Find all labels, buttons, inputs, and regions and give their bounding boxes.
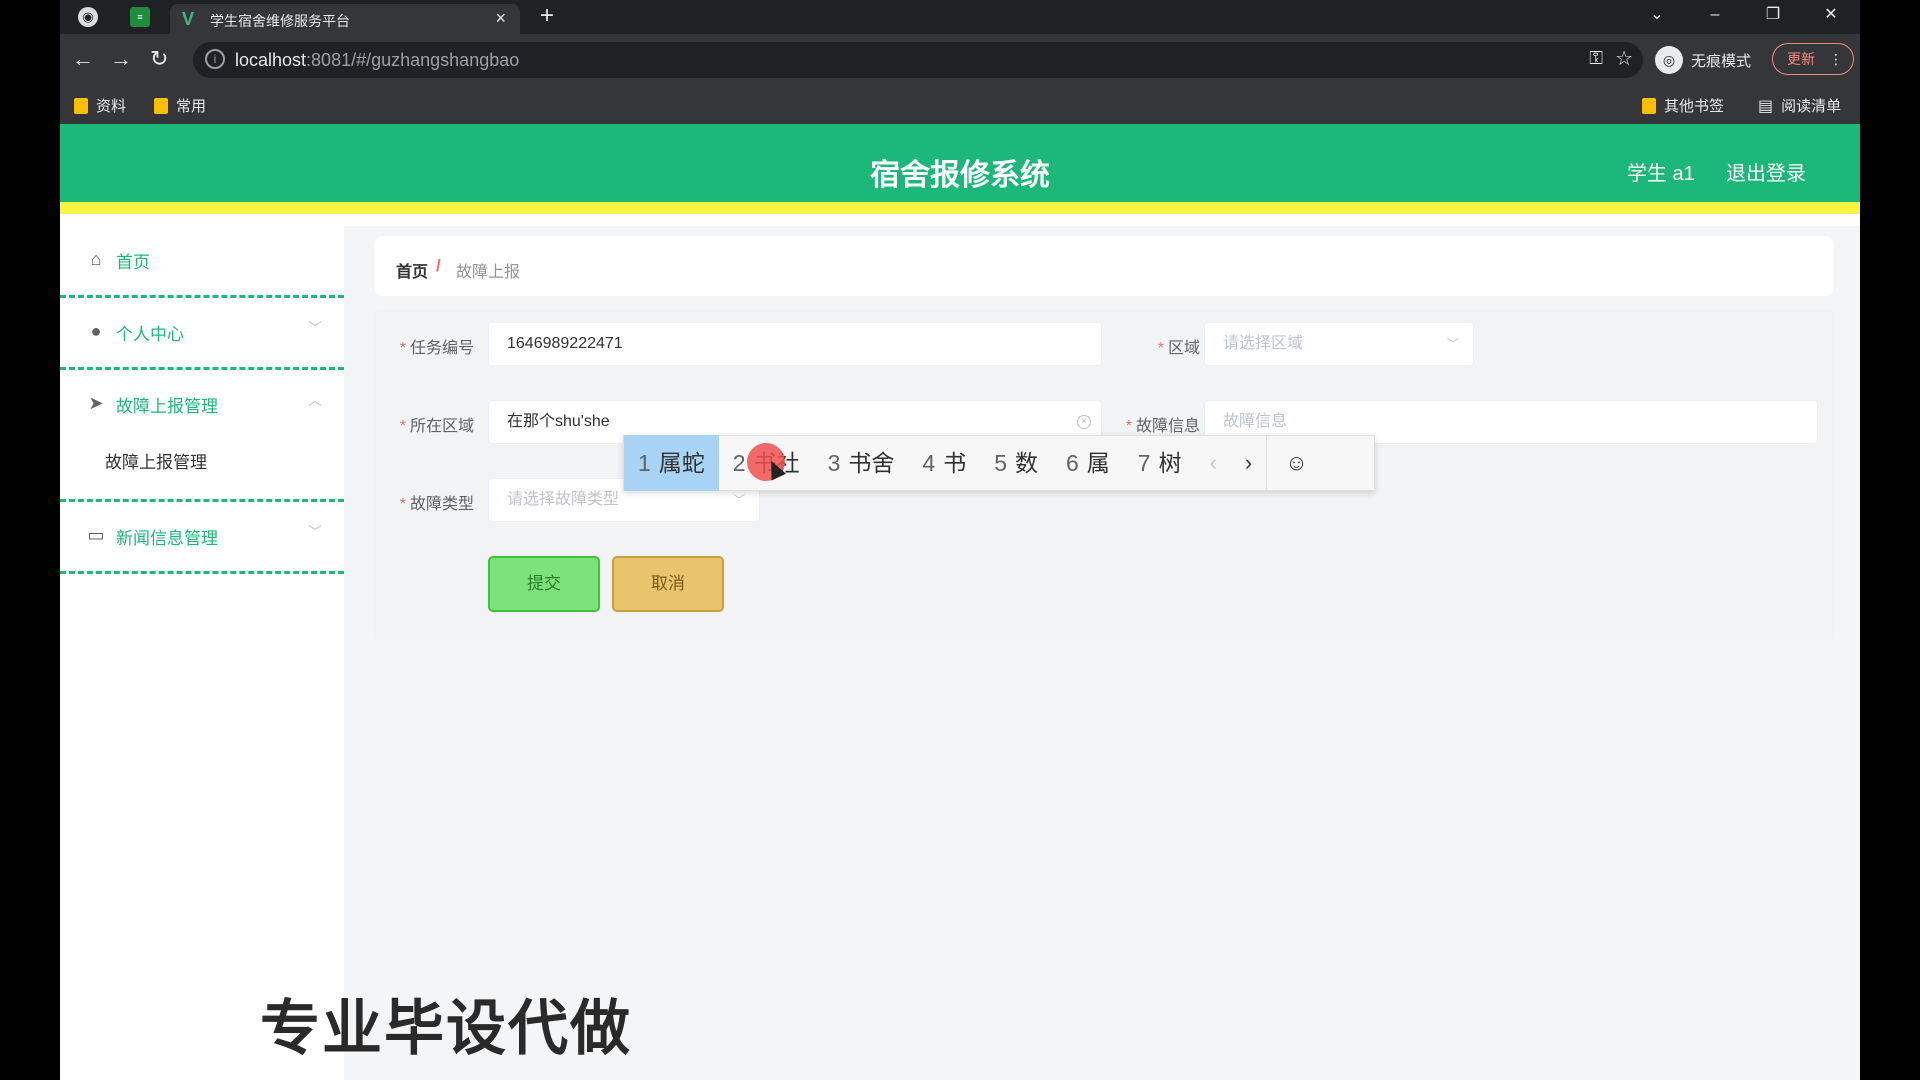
tab-title: 学生宿舍维修服务平台 bbox=[210, 13, 350, 29]
location-label: * 所在区域 bbox=[399, 418, 474, 435]
location-value: 在那个shu'she bbox=[507, 413, 610, 430]
chevron-down-icon: ﹀ bbox=[1446, 337, 1459, 351]
back-icon[interactable]: ← bbox=[72, 46, 94, 72]
breadcrumb-home[interactable]: 首页 bbox=[396, 258, 428, 282]
window-controls: ⌄ – ❐ ✕ bbox=[1628, 0, 1860, 34]
active-tab[interactable]: V 学生宿舍维修服务平台 × bbox=[170, 4, 520, 34]
app-header: 宿舍报修系统 学生 a1 退出登录 bbox=[60, 124, 1860, 214]
incognito-icon: ◎ bbox=[1655, 46, 1683, 74]
folder-icon bbox=[1642, 97, 1656, 114]
ime-candidate[interactable]: 3 书舍 bbox=[814, 435, 909, 491]
ime-next-page-icon[interactable]: › bbox=[1231, 435, 1266, 491]
chevron-down-icon: ﹀ bbox=[308, 320, 322, 336]
incognito-label: 无痕模式 bbox=[1691, 52, 1752, 70]
user-icon: ● bbox=[90, 321, 102, 341]
url-input[interactable]: i localhost:8081/#/guzhangshangbao ⚿ ☆ bbox=[193, 42, 1643, 78]
fault-info-label: * 故障信息 bbox=[1125, 418, 1200, 435]
ime-candidate[interactable]: 4书 bbox=[908, 435, 980, 491]
folder-icon bbox=[154, 97, 168, 114]
sidebar-item-label: 故障上报管理 bbox=[116, 397, 218, 416]
key-icon[interactable]: ⚿ bbox=[1589, 48, 1603, 69]
ime-candidate-window: 1属蛇 2书社 3书舍 4书 5数 6属 7树 ‹ › ☺ bbox=[623, 435, 1375, 491]
tab-bar: ◉ ≡ V 学生宿舍维修服务平台 × + ⌄ – ❐ ✕ bbox=[60, 0, 1860, 34]
close-window-icon[interactable]: ✕ bbox=[1802, 0, 1860, 34]
other-bookmarks-label: 其他书签 bbox=[1664, 98, 1725, 115]
forward-icon[interactable]: → bbox=[110, 46, 132, 72]
chevron-down-icon: ﹀ bbox=[308, 524, 322, 540]
reading-list[interactable]: ▤ 阅读清单 bbox=[1758, 95, 1841, 116]
task-no-label: * 任务编号 bbox=[399, 340, 474, 357]
sidebar: ⌂ 首页 ● 个人中心 ﹀ ➤ 故障上报管理 ︿ 故障上报管理 ▭ 新闻信息管理… bbox=[60, 226, 344, 1080]
sidebar-item-fault-report[interactable]: ➤ 故障上报管理 ︿ bbox=[60, 370, 344, 430]
tab-close-icon[interactable]: × bbox=[495, 8, 506, 29]
area-placeholder: 请选择区域 bbox=[1223, 335, 1304, 352]
chevron-up-icon: ︿ bbox=[308, 392, 322, 408]
cancel-button[interactable]: 取消 bbox=[612, 556, 724, 612]
address-bar: ← → ↻ i localhost:8081/#/guzhangshangbao… bbox=[60, 34, 1860, 86]
ime-prev-page-icon[interactable]: ‹ bbox=[1196, 435, 1231, 491]
ime-candidate[interactable]: 1 属蛇 bbox=[624, 435, 719, 491]
minimize-icon[interactable]: – bbox=[1686, 0, 1744, 34]
breadcrumb-separator: / bbox=[436, 256, 441, 275]
emoji-icon[interactable]: ☺ bbox=[1266, 435, 1325, 491]
bookmark-item[interactable]: 常用 bbox=[154, 95, 206, 116]
area-label: * 区域 bbox=[1157, 340, 1200, 357]
area-select[interactable]: 请选择区域 ﹀ bbox=[1204, 322, 1474, 366]
restore-icon[interactable]: ❐ bbox=[1744, 0, 1802, 34]
reload-icon[interactable]: ↻ bbox=[150, 46, 168, 72]
vue-logo-icon: V bbox=[182, 9, 195, 29]
folder-icon bbox=[74, 97, 88, 114]
site-info-icon[interactable]: i bbox=[205, 49, 225, 69]
task-no-input[interactable]: 1646989222471 bbox=[488, 322, 1102, 366]
submit-button[interactable]: 提交 bbox=[488, 556, 600, 612]
fault-type-label: * 故障类型 bbox=[399, 496, 474, 513]
update-button[interactable]: 更新 ⋮ bbox=[1772, 43, 1854, 75]
bookmarks-bar: 资料 常用 其他书签 ▤ 阅读清单 bbox=[60, 86, 1860, 124]
other-bookmarks[interactable]: 其他书签 bbox=[1642, 95, 1724, 116]
star-icon[interactable]: ☆ bbox=[1615, 46, 1633, 71]
news-icon: ▭ bbox=[87, 525, 105, 545]
bookmark-item[interactable]: 资料 bbox=[74, 95, 126, 116]
sidebar-item-label: 个人中心 bbox=[116, 325, 184, 344]
sidebar-item-label: 首页 bbox=[116, 253, 150, 272]
sheet-tab-icon[interactable]: ≡ bbox=[130, 7, 150, 27]
url-text: localhost:8081/#/guzhangshangbao bbox=[235, 50, 520, 70]
send-icon: ➤ bbox=[88, 393, 104, 413]
breadcrumb-current: 故障上报 bbox=[456, 264, 521, 281]
submenu-item-fault-report[interactable]: 故障上报管理 bbox=[60, 430, 344, 502]
update-label: 更新 bbox=[1787, 51, 1815, 67]
incognito-indicator[interactable]: ◎ 无痕模式 bbox=[1655, 42, 1751, 78]
bookmark-label: 常用 bbox=[176, 98, 207, 115]
sidebar-item-home[interactable]: ⌂ 首页 bbox=[60, 226, 344, 298]
new-tab-button[interactable]: + bbox=[540, 2, 554, 30]
sidebar-item-label: 新闻信息管理 bbox=[116, 529, 218, 548]
watermark: 专业毕设代做 bbox=[260, 995, 632, 1062]
fault-type-placeholder: 请选择故障类型 bbox=[507, 491, 620, 508]
current-user: 学生 a1 bbox=[1627, 163, 1695, 185]
more-menu-icon[interactable]: ⋮ bbox=[1829, 44, 1843, 74]
reading-list-label: 阅读清单 bbox=[1781, 98, 1842, 115]
tab-search-icon[interactable]: ⌄ bbox=[1628, 0, 1686, 34]
ime-candidate[interactable]: 6属 bbox=[1052, 435, 1124, 491]
sidebar-item-profile[interactable]: ● 个人中心 ﹀ bbox=[60, 298, 344, 370]
ime-candidate[interactable]: 7树 bbox=[1124, 435, 1196, 491]
home-icon: ⌂ bbox=[90, 249, 102, 269]
logout-link[interactable]: 退出登录 bbox=[1726, 157, 1806, 186]
main-content: 首页 / 故障上报 * 任务编号 1646989222471 * 区域 请选择区域 … bbox=[344, 226, 1860, 1080]
breadcrumb: 首页 / 故障上报 bbox=[374, 236, 1834, 296]
ime-candidate[interactable]: 5数 bbox=[980, 435, 1052, 491]
sidebar-item-news[interactable]: ▭ 新闻信息管理 ﹀ bbox=[60, 502, 344, 574]
globe-icon[interactable]: ◉ bbox=[78, 7, 98, 27]
browser-window: ◉ ≡ V 学生宿舍维修服务平台 × + ⌄ – ❐ ✕ ← → ↻ i loc… bbox=[60, 0, 1860, 1080]
app-title: 宿舍报修系统 bbox=[870, 159, 1050, 192]
submenu-item-label: 故障上报管理 bbox=[105, 453, 207, 472]
bookmark-label: 资料 bbox=[96, 98, 127, 115]
reading-list-icon: ▤ bbox=[1758, 97, 1774, 115]
